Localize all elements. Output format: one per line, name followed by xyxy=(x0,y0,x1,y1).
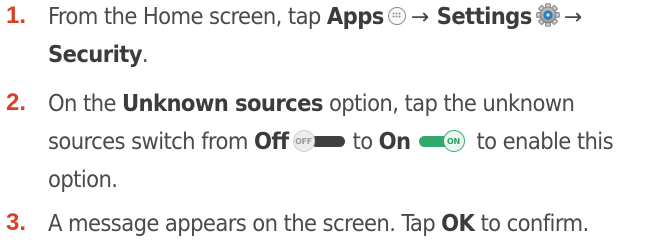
step-text-segment: to xyxy=(352,127,374,155)
arrow-icon: → xyxy=(563,5,582,30)
gear-icon xyxy=(535,3,560,27)
unknown-sources-label: Unknown sources xyxy=(121,89,323,117)
switch-on-icon: ON xyxy=(417,129,471,152)
step-text-segment: to confirm. xyxy=(480,209,589,237)
instruction-list: 1. From the Home screen, tap Apps → Setti… xyxy=(0,0,665,242)
step-text: On the Unknown sources option, tap the u… xyxy=(48,84,661,198)
ok-label: OK xyxy=(441,209,475,237)
step-text-segment: A message appears on the screen. Tap xyxy=(48,209,436,237)
switch-knob: ON xyxy=(442,129,465,152)
step-text-segment: to enable this xyxy=(476,127,614,155)
switch-track xyxy=(310,135,345,147)
step-text: From the Home screen, tap Apps → Settings xyxy=(48,0,661,73)
step-text-segment: option, tap the unknown xyxy=(328,89,575,117)
step-line: On the Unknown sources option, tap the u… xyxy=(48,84,661,122)
security-label: Security xyxy=(48,40,143,68)
apps-grid-icon xyxy=(387,6,406,25)
arrow-icon: → xyxy=(410,5,429,30)
step-number: 1. xyxy=(6,2,27,29)
step-line: option. xyxy=(48,160,661,198)
step-text-segment: From the Home screen, tap xyxy=(48,2,321,30)
settings-label: Settings xyxy=(436,2,533,30)
step-text: A message appears on the screen. Tap OK … xyxy=(48,204,661,242)
step-line: From the Home screen, tap Apps → Settings xyxy=(48,0,661,35)
step-number: 3. xyxy=(6,209,27,236)
step-text-segment: On the xyxy=(48,89,116,117)
step-number: 2. xyxy=(6,89,27,116)
apps-label: Apps xyxy=(326,2,384,30)
step-text-segment: option. xyxy=(48,165,118,193)
switch-off-icon: OFF xyxy=(292,129,347,152)
off-label: Off xyxy=(253,127,289,155)
step-text-segment: . xyxy=(141,40,149,68)
step-line: A message appears on the screen. Tap OK … xyxy=(48,204,661,242)
on-label: On xyxy=(378,127,411,155)
switch-knob: OFF xyxy=(292,129,315,152)
step-text-segment: sources switch from xyxy=(48,127,248,155)
step-line: sources switch from Off OFF to On ON to enab… xyxy=(48,122,661,160)
step-line: Security. xyxy=(48,35,661,73)
